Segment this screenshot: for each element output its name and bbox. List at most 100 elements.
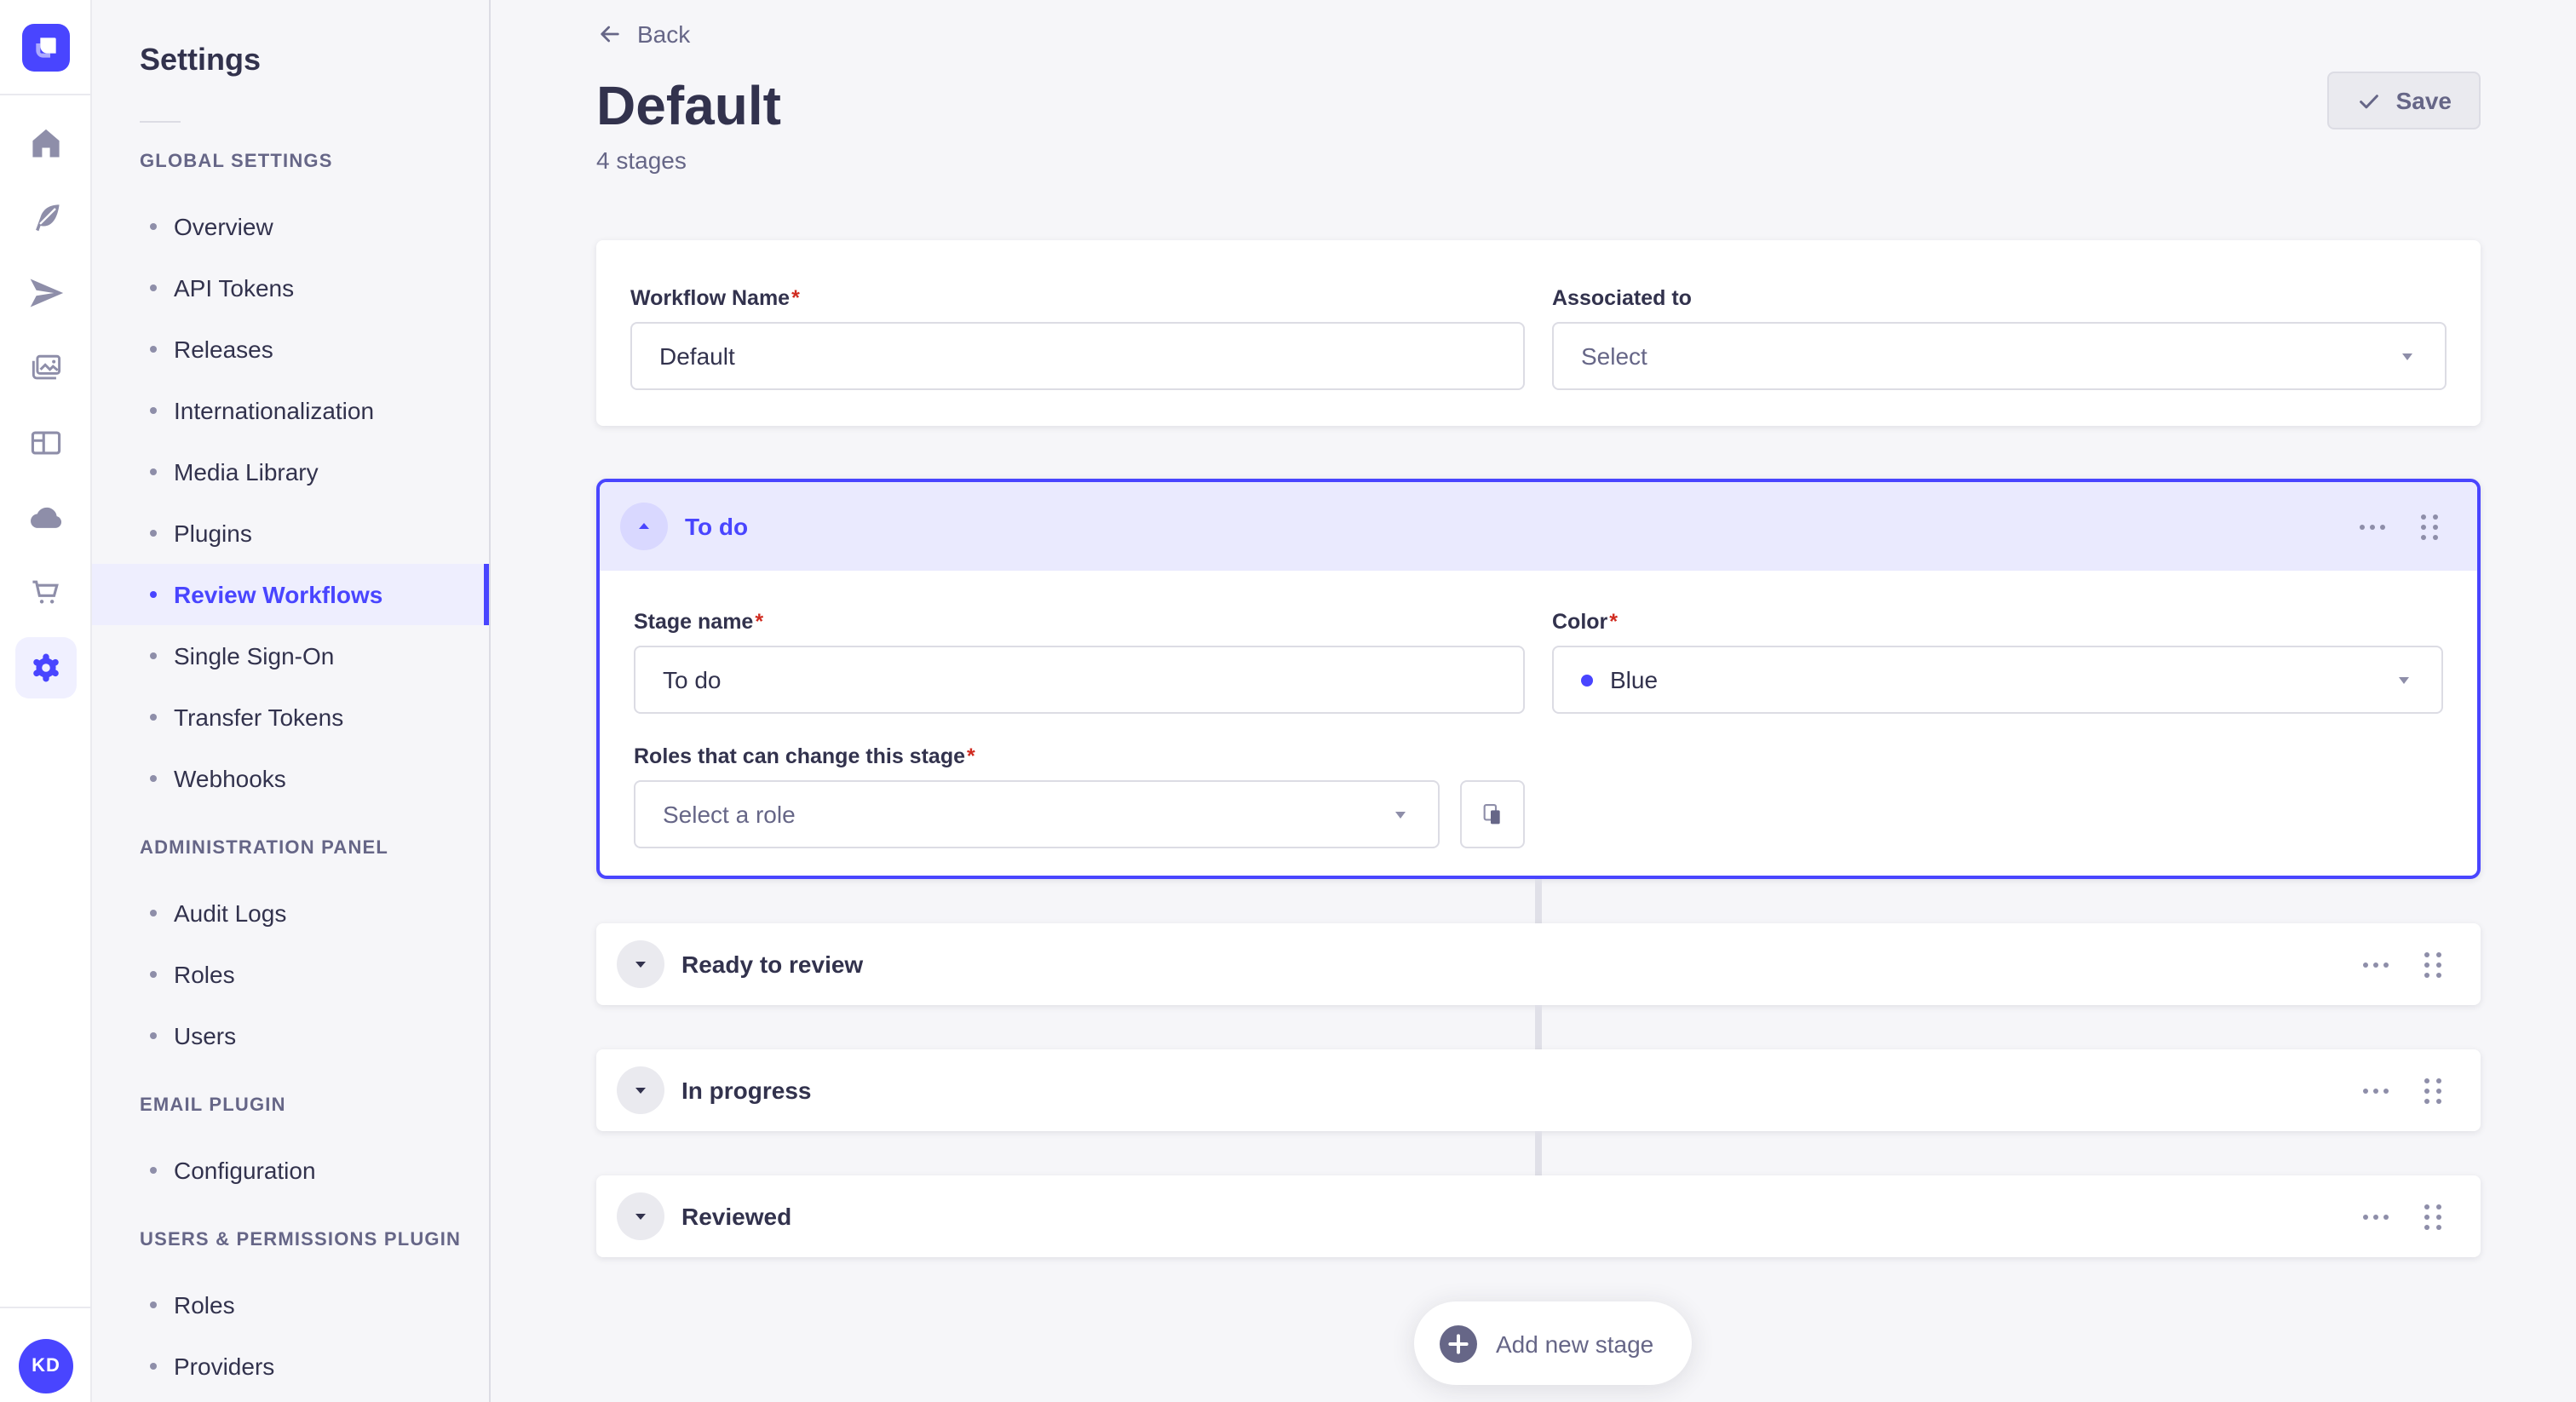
workflow-name-input[interactable] [630, 322, 1525, 390]
stage-actions [2360, 1198, 2447, 1234]
stage-options-menu-icon[interactable] [2360, 955, 2392, 974]
sidebar-item-releases[interactable]: Releases [92, 319, 489, 380]
expand-stage-button[interactable] [617, 1192, 664, 1240]
stage-options-menu-icon[interactable] [2360, 1207, 2392, 1226]
chevron-down-icon [1395, 812, 1406, 819]
main-content: Back Default 4 stages Save Workflow Name… [596, 0, 2481, 1402]
stage-color-field-group: Color * Blue [1552, 608, 2443, 714]
settings-icon[interactable] [0, 630, 91, 705]
stage-name-field-group: Stage name * [634, 608, 1525, 714]
stage-accordion-header-to-do[interactable]: To do [600, 482, 2477, 571]
stage-title: Ready to review [681, 951, 864, 978]
releases-icon[interactable] [0, 256, 91, 330]
stage-options-menu-icon[interactable] [2360, 1081, 2392, 1100]
workflow-name-field-group: Workflow Name * [630, 284, 1525, 390]
stage-color-select[interactable]: Blue [1552, 646, 2443, 714]
stage-actions [2356, 509, 2443, 544]
stage-title: To do [685, 513, 749, 540]
strapi-logo[interactable] [21, 23, 69, 71]
content-type-builder-icon[interactable] [0, 405, 91, 480]
sidebar-item-transfer-tokens[interactable]: Transfer Tokens [92, 687, 489, 748]
caret-up-icon [639, 523, 649, 529]
workflow-name-label: Workflow Name * [630, 286, 800, 310]
bullet-icon [150, 1301, 157, 1308]
stage-roles-select[interactable]: Select a role [634, 780, 1440, 848]
stage-color-label: Color * [1552, 610, 1619, 634]
stage-card-ready-to-review[interactable]: Ready to review [596, 923, 2481, 1005]
check-icon [2360, 94, 2379, 108]
page-subtitle: 4 stages [596, 147, 687, 174]
app-viewport: KD Settings GLOBAL SETTINGS Overview API… [0, 0, 2576, 1402]
bullet-icon [150, 1363, 157, 1370]
duplicate-stage-button[interactable] [1460, 780, 1525, 848]
marketplace-icon[interactable] [0, 555, 91, 630]
strapi-admin: KD Settings GLOBAL SETTINGS Overview API… [0, 0, 2576, 1402]
section-label-global-settings: GLOBAL SETTINGS [140, 152, 333, 172]
expand-stage-button[interactable] [617, 940, 664, 988]
expand-stage-button[interactable] [617, 1066, 664, 1114]
deploy-icon[interactable] [0, 480, 91, 555]
copy-icon [1483, 803, 1500, 825]
associated-to-label: Associated to [1552, 286, 1692, 310]
logo-wrap [0, 0, 90, 95]
stage-connector [1535, 879, 1542, 923]
settings-title-rule [140, 121, 181, 123]
back-arrow-icon [601, 26, 619, 43]
back-link[interactable]: Back [596, 20, 690, 48]
bullet-icon [150, 714, 157, 721]
stage-card-to-do: To do Stage name* Color* [596, 479, 2481, 879]
sidebar-item-single-sign-on[interactable]: Single Sign-On [92, 625, 489, 687]
bullet-icon [150, 407, 157, 414]
sidebar-item-up-roles[interactable]: Roles [92, 1274, 489, 1336]
sidebar-item-admin-roles[interactable]: Roles [92, 944, 489, 1005]
bullet-icon [150, 971, 157, 978]
associated-to-select[interactable]: Select [1552, 322, 2447, 390]
sidebar-item-internationalization[interactable]: Internationalization [92, 380, 489, 441]
color-swatch-blue [1581, 674, 1593, 686]
media-library-icon[interactable] [0, 330, 91, 405]
sidebar-item-up-providers[interactable]: Providers [92, 1336, 489, 1397]
bullet-icon [150, 530, 157, 537]
add-new-stage-label: Add new stage [1496, 1330, 1654, 1357]
add-new-stage-button[interactable]: Add new stage [1414, 1301, 1692, 1385]
rail-icons [0, 95, 90, 705]
save-button[interactable]: Save [2327, 72, 2481, 129]
drag-handle-icon[interactable] [2419, 1198, 2447, 1234]
stage-title: In progress [681, 1077, 812, 1104]
settings-sidebar-title: Settings [140, 43, 262, 77]
plus-icon [1440, 1324, 1477, 1362]
save-label: Save [2395, 87, 2452, 114]
sidebar-item-audit-logs[interactable]: Audit Logs [92, 882, 489, 944]
caret-down-icon [635, 1214, 646, 1220]
user-avatar[interactable]: KD [19, 1339, 73, 1393]
stage-options-menu-icon[interactable] [2356, 517, 2389, 536]
stage-connector [1535, 1005, 1542, 1049]
bullet-icon [150, 223, 157, 230]
sidebar-item-plugins[interactable]: Plugins [92, 503, 489, 564]
stage-body: Stage name* Color* Blue [600, 571, 2477, 889]
stage-card-in-progress[interactable]: In progress [596, 1049, 2481, 1131]
sidebar-item-email-configuration[interactable]: Configuration [92, 1140, 489, 1201]
sidebar-item-webhooks[interactable]: Webhooks [92, 748, 489, 809]
section-label-users-permissions-plugin: USERS & PERMISSIONS PLUGIN [140, 1230, 462, 1250]
sidebar-item-media-library[interactable]: Media Library [92, 441, 489, 503]
settings-sidebar: Settings GLOBAL SETTINGS Overview API To… [92, 0, 491, 1402]
drag-handle-icon[interactable] [2419, 1072, 2447, 1108]
collapse-stage-button[interactable] [620, 503, 668, 550]
sidebar-item-overview[interactable]: Overview [92, 196, 489, 257]
bullet-icon [150, 1032, 157, 1039]
rail-divider [0, 1307, 90, 1308]
drag-handle-icon[interactable] [2419, 946, 2447, 982]
sidebar-item-review-workflows[interactable]: Review Workflows [92, 564, 489, 625]
stage-name-input[interactable] [634, 646, 1525, 714]
required-asterisk: * [791, 286, 800, 310]
bullet-icon [150, 1167, 157, 1174]
drag-handle-icon[interactable] [2416, 509, 2443, 544]
stage-roles-placeholder: Select a role [663, 801, 796, 828]
stage-card-reviewed[interactable]: Reviewed [596, 1175, 2481, 1257]
content-manager-icon[interactable] [0, 181, 91, 256]
associated-to-field-group: Associated to Select [1552, 284, 2447, 390]
sidebar-item-api-tokens[interactable]: API Tokens [92, 257, 489, 319]
sidebar-item-admin-users[interactable]: Users [92, 1005, 489, 1066]
home-icon[interactable] [0, 106, 91, 181]
